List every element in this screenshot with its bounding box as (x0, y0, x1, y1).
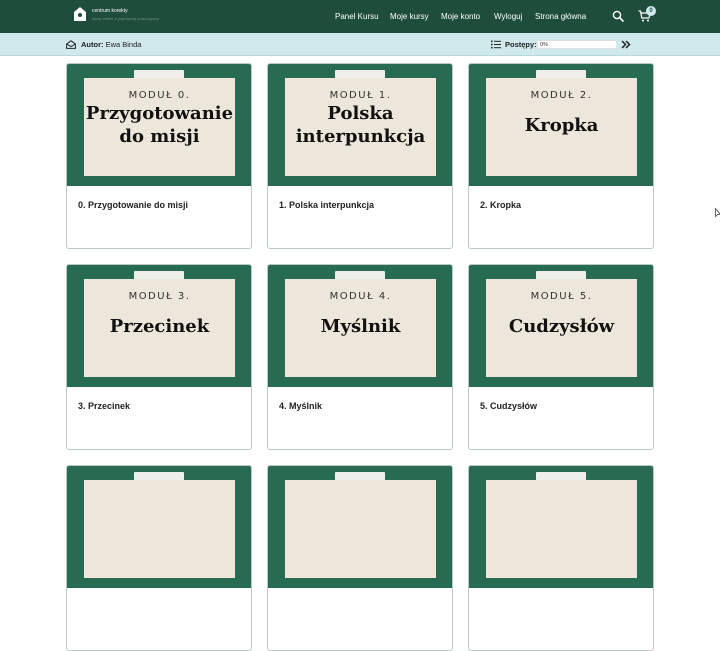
module-title-line: interpunkcja (295, 126, 426, 147)
paper-note: MODUŁ 3. Przecinek (84, 279, 235, 377)
module-card[interactable]: MODUŁ 5. Cudzysłów 5. Cudzysłów (468, 264, 654, 450)
module-title-line: Przecinek (109, 316, 210, 337)
list-icon[interactable] (491, 40, 501, 49)
module-caption[interactable]: 2. Kropka (480, 200, 521, 210)
double-chevron-right-icon[interactable] (621, 40, 631, 49)
module-number: MODUŁ 1. (329, 90, 392, 101)
paper-note: MODUŁ 4. Myślnik (285, 279, 436, 377)
course-author: Autor: Ewa Binda (81, 40, 141, 49)
nav-moje-kursy[interactable]: Moje kursy (390, 12, 429, 21)
paper-note (285, 480, 436, 578)
paper-note: MODUŁ 5. Cudzysłów (486, 279, 637, 377)
module-thumbnail: MODUŁ 5. Cudzysłów (469, 265, 653, 387)
search-icon[interactable] (612, 10, 624, 22)
module-card[interactable] (468, 465, 654, 651)
nav-wyloguj[interactable]: Wyloguj (494, 12, 522, 21)
paper-note: MODUŁ 1. Polska interpunkcja (285, 78, 436, 176)
module-number: MODUŁ 4. (329, 291, 392, 302)
nav-moje-konto[interactable]: Moje konto (441, 12, 480, 21)
module-caption[interactable]: 0. Przygotowanie do misji (78, 200, 188, 210)
module-title-line: Kropka (524, 115, 599, 136)
module-title-line: do misji (119, 126, 200, 147)
brand-name: centrum korekty (92, 7, 128, 14)
module-thumbnail (268, 466, 452, 588)
module-card[interactable]: MODUŁ 4. Myślnik 4. Myślnik (267, 264, 453, 450)
site-logo[interactable]: centrum korekty kursy online z poprawnej… (74, 7, 159, 21)
module-caption[interactable]: 3. Przecinek (78, 401, 130, 411)
module-card[interactable]: MODUŁ 2. Kropka 2. Kropka (468, 63, 654, 249)
paper-note (486, 480, 637, 578)
module-number: MODUŁ 0. (128, 90, 191, 101)
nav-panel-kursu[interactable]: Panel Kursu (335, 12, 379, 21)
module-caption[interactable]: 4. Myślnik (279, 401, 322, 411)
paper-note (84, 480, 235, 578)
module-thumbnail: MODUŁ 1. Polska interpunkcja (268, 64, 452, 186)
paper-note: MODUŁ 0. Przygotowanie do misji (84, 78, 235, 176)
module-number: MODUŁ 2. (530, 90, 593, 101)
mouse-cursor-icon (715, 208, 720, 218)
paper-note: MODUŁ 2. Kropka (486, 78, 637, 176)
module-thumbnail: MODUŁ 2. Kropka (469, 64, 653, 186)
house-logo-icon (74, 7, 86, 21)
cart-count-badge: 0 (646, 6, 656, 16)
module-number: MODUŁ 5. (530, 291, 593, 302)
module-title-line: Polska (327, 103, 394, 124)
module-title-line: Przygotowanie (85, 103, 234, 124)
module-card[interactable]: MODUŁ 0. Przygotowanie do misji 0. Przygoto… (66, 63, 252, 249)
top-navigation-bar: centrum korekty kursy online z poprawnej… (0, 0, 720, 33)
module-title-line: Cudzysłów (508, 316, 615, 337)
brand-tagline: kursy online z poprawnej polszczyzny (92, 15, 159, 21)
progress-label: Postępy: (505, 40, 537, 49)
module-thumbnail: MODUŁ 0. Przygotowanie do misji (67, 64, 251, 186)
module-caption[interactable]: 1. Polska interpunkcja (279, 200, 374, 210)
module-thumbnail (67, 466, 251, 588)
module-thumbnail: MODUŁ 3. Przecinek (67, 265, 251, 387)
envelope-open-icon (66, 40, 76, 49)
module-card[interactable] (66, 465, 252, 651)
module-caption[interactable]: 5. Cudzysłów (480, 401, 537, 411)
course-progress-bar: 0% (537, 40, 617, 49)
module-card[interactable]: MODUŁ 1. Polska interpunkcja 1. Polska inte… (267, 63, 453, 249)
progress-value: 0% (540, 42, 548, 48)
module-number: MODUŁ 3. (128, 291, 191, 302)
module-thumbnail: MODUŁ 4. Myślnik (268, 265, 452, 387)
module-title-line: Myślnik (320, 316, 401, 337)
author-name: Ewa Binda (105, 40, 142, 49)
module-thumbnail (469, 466, 653, 588)
module-card[interactable]: MODUŁ 3. Przecinek 3. Przecinek (66, 264, 252, 450)
author-label: Autor: (81, 40, 104, 49)
module-card[interactable] (267, 465, 453, 651)
nav-strona-glowna[interactable]: Strona główna (535, 12, 586, 21)
